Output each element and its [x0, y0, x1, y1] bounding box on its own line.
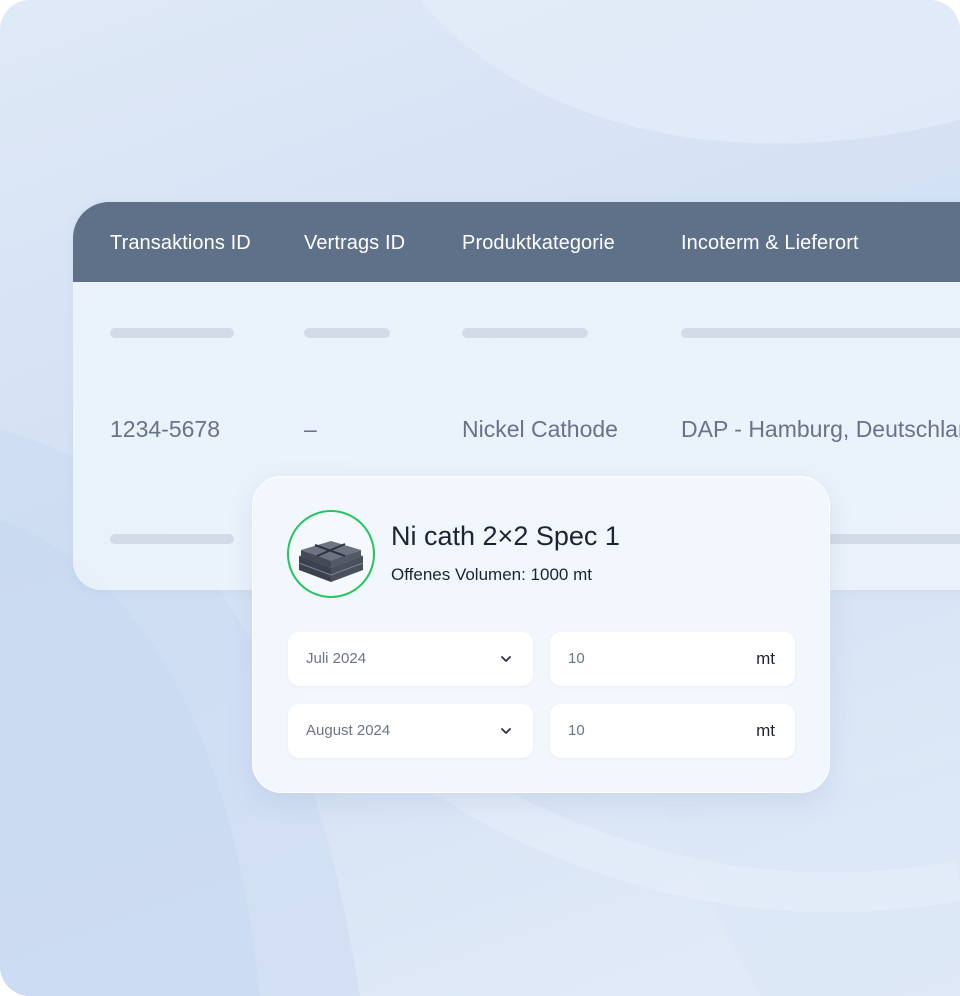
product-image — [287, 510, 375, 598]
cell-transaction-id: 1234-5678 — [110, 416, 220, 442]
product-allocation-card: Ni cath 2×2 Spec 1 Offenes Volumen: 1000… — [252, 476, 830, 793]
skeleton-placeholder — [681, 328, 960, 338]
chevron-down-icon — [501, 656, 511, 662]
quantity-unit: mt — [756, 721, 775, 740]
column-header-contract-id[interactable]: Vertrags ID — [304, 202, 405, 282]
product-title: Ni cath 2×2 Spec 1 — [391, 521, 620, 551]
skeleton-placeholder — [304, 328, 390, 338]
cell-contract-id: – — [304, 416, 317, 442]
month-select-value: August 2024 — [306, 722, 391, 739]
quantity-value: 10 — [568, 650, 585, 667]
nickel-cathode-stack-image — [298, 541, 364, 582]
quantity-input[interactable]: 10 mt — [550, 704, 795, 758]
screen: Transaktions ID Vertrags ID Produktkateg… — [0, 0, 960, 996]
table-header: Transaktions ID Vertrags ID Produktkateg… — [73, 202, 960, 282]
column-header-product-category[interactable]: Produktkategorie — [462, 202, 615, 282]
month-select[interactable]: August 2024 — [288, 704, 533, 758]
quantity-input[interactable]: 10 mt — [550, 632, 795, 686]
skeleton-placeholder — [462, 328, 588, 338]
column-header-transaction-id[interactable]: Transaktions ID — [110, 202, 251, 282]
cell-incoterm: DAP - Hamburg, Deutschland — [681, 416, 960, 442]
column-header-incoterm[interactable]: Incoterm & Lieferort — [681, 202, 859, 282]
month-select[interactable]: Juli 2024 — [288, 632, 533, 686]
open-volume: Offenes Volumen: 1000 mt — [391, 565, 592, 584]
quantity-value: 10 — [568, 722, 585, 739]
skeleton-placeholder — [110, 328, 234, 338]
quantity-unit: mt — [756, 649, 775, 668]
cell-product-category: Nickel Cathode — [462, 416, 618, 442]
month-select-value: Juli 2024 — [306, 650, 367, 667]
chevron-down-icon — [501, 728, 511, 734]
skeleton-placeholder — [110, 534, 234, 544]
